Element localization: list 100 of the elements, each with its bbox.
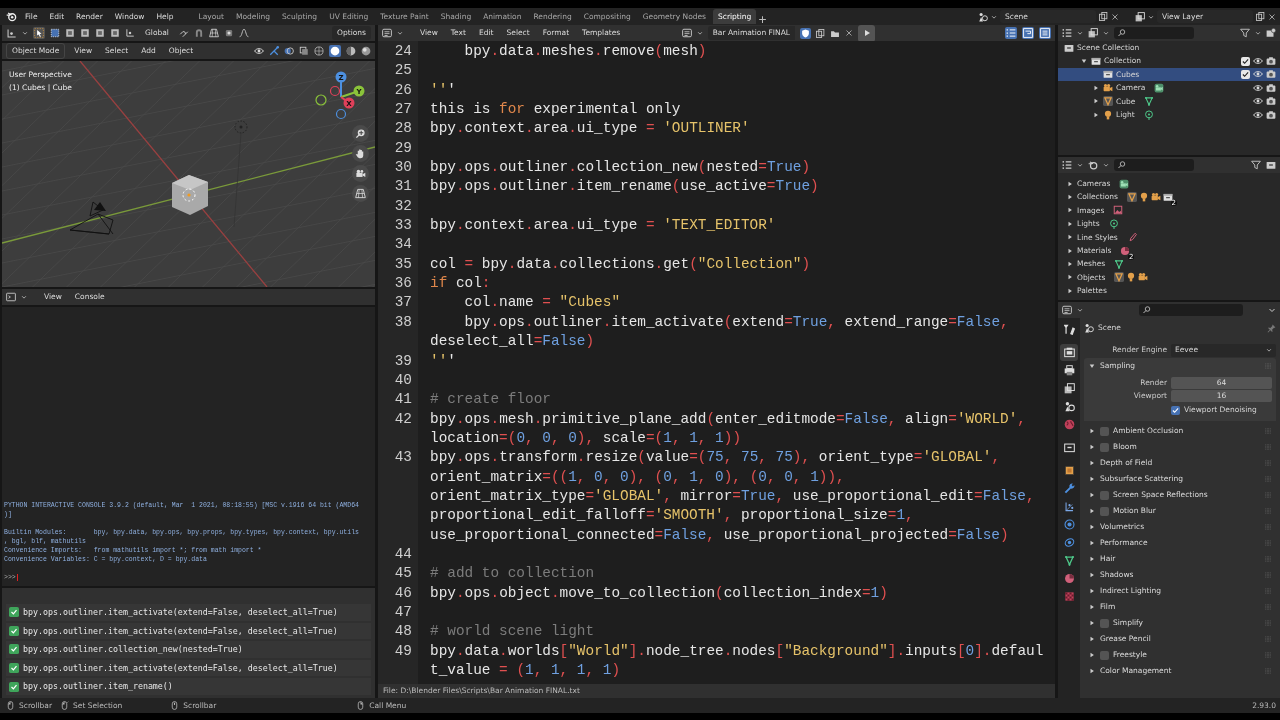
- material-preview-icon[interactable]: [346, 46, 356, 56]
- camera-data-icon[interactable]: [1154, 82, 1165, 93]
- snap-icon[interactable]: [193, 28, 204, 38]
- add-icon[interactable]: [758, 15, 768, 25]
- syntax-highlight-toggle[interactable]: [1039, 27, 1051, 39]
- dropdown-icon[interactable]: [1268, 306, 1276, 314]
- camera-view-button[interactable]: [352, 165, 369, 182]
- filter-icon[interactable]: [1251, 160, 1261, 170]
- outliner-type-icon[interactable]: [1062, 28, 1072, 38]
- caret-icon[interactable]: [21, 294, 27, 300]
- select-box-icon[interactable]: [50, 28, 60, 38]
- light-icon[interactable]: [1139, 192, 1149, 203]
- caret-icon[interactable]: [1077, 307, 1083, 313]
- select-tool-button[interactable]: [33, 27, 45, 39]
- panel-checkbox[interactable]: [1100, 506, 1109, 516]
- image-icon[interactable]: [1113, 205, 1124, 216]
- line-numbers-toggle[interactable]: [1005, 27, 1017, 39]
- collapsed-arrow-icon[interactable]: [1093, 111, 1099, 118]
- panel-checkbox[interactable]: [1100, 442, 1109, 452]
- collapsed-arrow-icon[interactable]: [1093, 98, 1099, 105]
- eye-icon[interactable]: [1253, 69, 1263, 80]
- caret-icon[interactable]: [696, 30, 703, 36]
- eye-icon[interactable]: [1253, 96, 1263, 107]
- material-icon[interactable]: [1120, 245, 1131, 256]
- collapsed-arrow-icon[interactable]: [1067, 247, 1073, 254]
- duplicate-icon[interactable]: [1256, 12, 1265, 21]
- collapsed-arrow-icon[interactable]: [1089, 508, 1095, 514]
- collapsed-arrow-icon[interactable]: [1089, 428, 1095, 434]
- collapsed-arrow-icon[interactable]: [1089, 652, 1095, 658]
- collapsed-arrow-icon[interactable]: [1089, 572, 1095, 578]
- exclude-checkbox[interactable]: [1241, 56, 1250, 66]
- falloff-icon[interactable]: [238, 28, 249, 38]
- collapsed-arrow-icon[interactable]: [1067, 234, 1073, 241]
- view-layer-type-icon[interactable]: [1135, 11, 1145, 22]
- close-icon[interactable]: [845, 29, 853, 37]
- mesh-object-icon[interactable]: [1114, 272, 1125, 283]
- overlay-toggle-icon[interactable]: [284, 46, 294, 56]
- orientation-icon[interactable]: [125, 28, 135, 38]
- collapsed-arrow-icon[interactable]: [1089, 460, 1095, 466]
- mesh-object-icon[interactable]: [1127, 192, 1137, 203]
- camera-icon[interactable]: [1138, 272, 1149, 283]
- panel-checkbox[interactable]: [1100, 650, 1109, 660]
- collapsed-arrow-icon[interactable]: [1089, 636, 1095, 642]
- collapsed-arrow-icon[interactable]: [1067, 207, 1073, 214]
- collapsed-arrow-icon[interactable]: [1089, 524, 1095, 530]
- search-field[interactable]: [1139, 304, 1243, 316]
- select-invert-icon[interactable]: [95, 28, 105, 38]
- collapsed-arrow-icon[interactable]: [1089, 668, 1095, 674]
- text-editor-type-icon[interactable]: [382, 28, 392, 38]
- camera-object-drawing[interactable]: [69, 201, 114, 235]
- collapsed-arrow-icon[interactable]: [1089, 588, 1095, 594]
- brush-icon[interactable]: [1126, 232, 1137, 243]
- folder-icon[interactable]: [830, 28, 840, 38]
- collapsed-arrow-icon[interactable]: [1067, 274, 1073, 281]
- search-field[interactable]: [1114, 159, 1194, 171]
- pin-icon[interactable]: [1267, 323, 1276, 333]
- checkbox[interactable]: [1171, 405, 1180, 415]
- collapsed-arrow-icon[interactable]: [1089, 604, 1095, 610]
- collection-icon[interactable]: [1163, 192, 1173, 203]
- caret-icon[interactable]: [1077, 162, 1083, 168]
- panel-checkbox[interactable]: [1100, 618, 1109, 628]
- collapsed-arrow-icon[interactable]: [1093, 84, 1099, 91]
- console-type-icon[interactable]: [6, 292, 16, 302]
- duplicate-icon[interactable]: [1099, 12, 1108, 21]
- collapsed-arrow-icon[interactable]: [1089, 476, 1095, 482]
- display-mode-icon[interactable]: [1088, 28, 1098, 38]
- expanded-arrow-icon[interactable]: [1081, 58, 1087, 65]
- select-extend-icon[interactable]: [65, 28, 75, 38]
- fake-user-toggle[interactable]: [800, 27, 811, 39]
- select-subtract-icon[interactable]: [80, 28, 90, 38]
- solid-shading-button[interactable]: [329, 45, 341, 57]
- zoom-button[interactable]: [352, 125, 369, 142]
- new-text-icon[interactable]: [816, 28, 825, 38]
- collapsed-arrow-icon[interactable]: [1067, 180, 1073, 187]
- filter-icon[interactable]: [1240, 28, 1250, 38]
- render-toggle-icon[interactable]: [1266, 69, 1276, 80]
- caret-icon[interactable]: [22, 30, 28, 36]
- close-icon[interactable]: [1111, 12, 1119, 21]
- xray-icon[interactable]: [299, 46, 309, 56]
- properties-tab[interactable]: [1060, 344, 1078, 361]
- blender-logo-icon[interactable]: [6, 11, 17, 22]
- expanded-arrow-icon[interactable]: [1089, 363, 1095, 369]
- render-toggle-icon[interactable]: [1266, 56, 1276, 67]
- word-wrap-toggle[interactable]: [1022, 27, 1034, 39]
- wireframe-shading-icon[interactable]: [314, 46, 324, 56]
- close-icon[interactable]: [1268, 12, 1276, 21]
- properties-type-icon[interactable]: [1062, 305, 1072, 315]
- caret-icon[interactable]: [991, 13, 997, 20]
- blend-file-icon[interactable]: [1088, 160, 1098, 170]
- caret-icon[interactable]: [397, 30, 403, 36]
- camera-icon[interactable]: [1151, 192, 1161, 203]
- editor-type-icon[interactable]: [6, 27, 17, 39]
- text-browse-icon[interactable]: [681, 28, 692, 38]
- collapsed-arrow-icon[interactable]: [1089, 620, 1095, 626]
- caret-icon[interactable]: [1077, 30, 1083, 36]
- eye-icon[interactable]: [1253, 109, 1263, 120]
- caret-icon[interactable]: [1255, 30, 1261, 36]
- panel-checkbox[interactable]: [1100, 426, 1109, 436]
- light-data-icon[interactable]: [1143, 109, 1154, 120]
- outliner-type-icon[interactable]: [1062, 160, 1072, 170]
